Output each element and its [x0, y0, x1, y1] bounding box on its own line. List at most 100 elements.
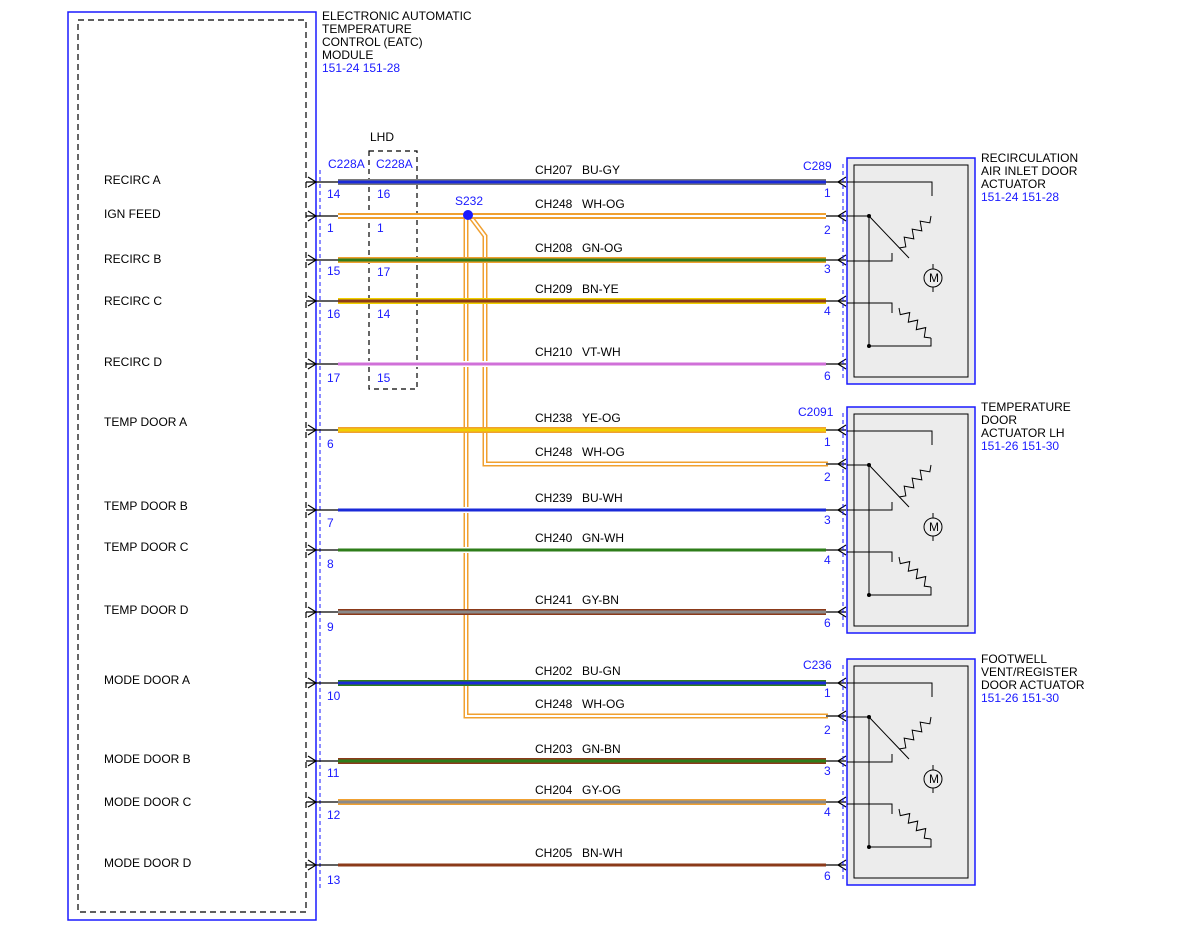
module-pin-number: 12 [327, 808, 341, 822]
actuator-pin-number: 3 [824, 262, 831, 276]
lhd-pin-number: 1 [377, 221, 384, 235]
module-pin-number: 1 [327, 221, 334, 235]
module-title-line: TEMPERATURE [322, 22, 412, 36]
module-signal-label: RECIRC A [104, 173, 161, 187]
splice-feed-wire-temp [468, 214, 828, 467]
wire-color-code: WH-OG [582, 445, 625, 459]
actuator-title-line: VENT/REGISTER [981, 665, 1078, 679]
circuit-ch239-row: CH239 BU-WH TEMP DOOR B 7 3 [104, 491, 847, 530]
actuator-pin-number: 1 [824, 435, 831, 449]
actuator-pin-number: 2 [824, 470, 831, 484]
module-pin-number: 16 [327, 307, 341, 321]
module-signal-label: MODE DOOR A [104, 673, 190, 687]
module-title-line: ELECTRONIC AUTOMATIC [322, 9, 472, 23]
actuator-connector-label: C2091 [798, 405, 834, 419]
actuator-inner-box [853, 413, 969, 627]
splice-s232-dot [463, 210, 473, 220]
actuator-title-line: FOOTWELL [981, 652, 1047, 666]
circuit-number: CH209 [535, 282, 573, 296]
module-pin-number: 15 [327, 264, 341, 278]
actuator-connector-label: C289 [803, 159, 832, 173]
actuator-title-line: DOOR [981, 413, 1017, 427]
splice-s232-label: S232 [455, 194, 483, 208]
actuator-title-line: DOOR ACTUATOR [981, 678, 1085, 692]
module-signal-label: RECIRC B [104, 252, 161, 266]
actuator-pin-number: 3 [824, 513, 831, 527]
actuator-title-line: ACTUATOR LH [981, 426, 1065, 440]
module-pin-number: 10 [327, 689, 341, 703]
wire-color-code: BN-WH [582, 846, 623, 860]
actuator-inner-box [853, 164, 969, 378]
actuator-connector-label: C236 [803, 658, 832, 672]
actuator-pin-number: 4 [824, 304, 831, 318]
circuit-number: CH240 [535, 531, 573, 545]
module-signal-label: IGN FEED [104, 207, 161, 221]
circuit-ch208-row: CH208 GN-OG RECIRC B 15 17 3 [104, 241, 847, 279]
actuator-pin-number: 3 [824, 764, 831, 778]
actuator-pin-number: 4 [824, 553, 831, 567]
module-signal-label: TEMP DOOR C [104, 540, 189, 554]
module-signal-label: TEMP DOOR A [104, 415, 187, 429]
actuator-refs: 151-26 151-30 [981, 439, 1059, 453]
lhd-pin-number: 15 [377, 371, 391, 385]
circuit-ch240-row: CH240 GN-WH TEMP DOOR C 8 4 [104, 531, 847, 571]
wire-color-code: GN-BN [582, 742, 621, 756]
actuator-pin-number: 1 [824, 186, 831, 200]
module-connector-label: C228A [328, 157, 365, 171]
module-signal-label: RECIRC C [104, 294, 162, 308]
module-pin-number: 9 [327, 620, 334, 634]
wire-color-code: GY-BN [582, 593, 619, 607]
circuit-number: CH204 [535, 783, 573, 797]
actuator-refs: 151-24 151-28 [981, 190, 1059, 204]
actuator-refs: 151-26 151-30 [981, 691, 1059, 705]
circuits: CH207 BU-GYRECIRC A14 16 1CH248 WH-OGIGN FEE… [104, 163, 847, 887]
module-pin-number: 14 [327, 187, 341, 201]
circuit-ch241-row: CH241 GY-BN TEMP DOOR D 9 6 [104, 593, 847, 634]
lhd-label: LHD [370, 130, 394, 144]
lhd-connector-label: C228A [376, 157, 413, 171]
actuators: RECIRCULATIONAIR INLET DOORACTUATOR151-2… [798, 151, 1085, 886]
wire-color-code: BU-GN [582, 664, 621, 678]
wire-color-code: BN-YE [582, 282, 619, 296]
splice-feed-wire-temp-core [469, 215, 828, 465]
module-signal-label: TEMP DOOR D [104, 603, 189, 617]
wire-color-code: GN-WH [582, 531, 624, 545]
circuit-number: CH205 [535, 846, 573, 860]
actuator-inner-box [853, 665, 969, 879]
circuit-number: CH210 [535, 345, 573, 359]
motor-label: M [929, 271, 939, 285]
wire-color-code: WH-OG [582, 697, 625, 711]
actuator-pin-number: 2 [824, 723, 831, 737]
circuit-ch203-row: CH203 GN-BN MODE DOOR B 11 3 [104, 742, 847, 780]
module-title: ELECTRONIC AUTOMATICTEMPERATURECONTROL (… [322, 9, 472, 62]
motor-label: M [929, 520, 939, 534]
circuit-ch205-row: CH205 BN-WH MODE DOOR D 13 6 [104, 846, 847, 887]
module-title-line: MODULE [322, 48, 373, 62]
wire-color-code: VT-WH [582, 345, 621, 359]
module-pin-number: 6 [327, 437, 334, 451]
circuit-number: CH248 [535, 697, 573, 711]
circuit-number: CH208 [535, 241, 573, 255]
circuit-ch204-row: CH204 GY-OG MODE DOOR C 12 4 [104, 783, 847, 822]
circuit-number: CH203 [535, 742, 573, 756]
module-pin-number: 17 [327, 371, 341, 385]
wire-color-code: BU-WH [582, 491, 623, 505]
actuator-title-line: AIR INLET DOOR [981, 164, 1078, 178]
eatc-module-box [67, 11, 317, 921]
wire-color-code: GN-OG [582, 241, 623, 255]
circuit-ch209-row: CH209 BN-YE RECIRC C 16 14 4 [104, 282, 847, 321]
motor-label: M [929, 772, 939, 786]
circuit-ch202-row: CH202 BU-GN MODE DOOR A 10 1 [104, 664, 847, 703]
module-pin-number: 13 [327, 873, 341, 887]
actuator-2: TEMPERATUREDOORACTUATOR LH151-26 151-30 C… [798, 400, 1071, 634]
eatc-module-inner [77, 19, 307, 913]
module-refs: 151-24 151-28 [322, 61, 400, 75]
wiring-diagram: ELECTRONIC AUTOMATICTEMPERATURECONTROL (… [67, 9, 1085, 921]
wire-color-code: BU-GY [582, 163, 620, 177]
lhd-pin-number: 14 [377, 307, 391, 321]
module-signal-label: MODE DOOR D [104, 856, 192, 870]
actuator-pin-number: 6 [824, 369, 831, 383]
lhd-pin-number: 17 [377, 265, 391, 279]
circuit-number: CH248 [535, 197, 573, 211]
splice-feed-wires [463, 214, 828, 719]
